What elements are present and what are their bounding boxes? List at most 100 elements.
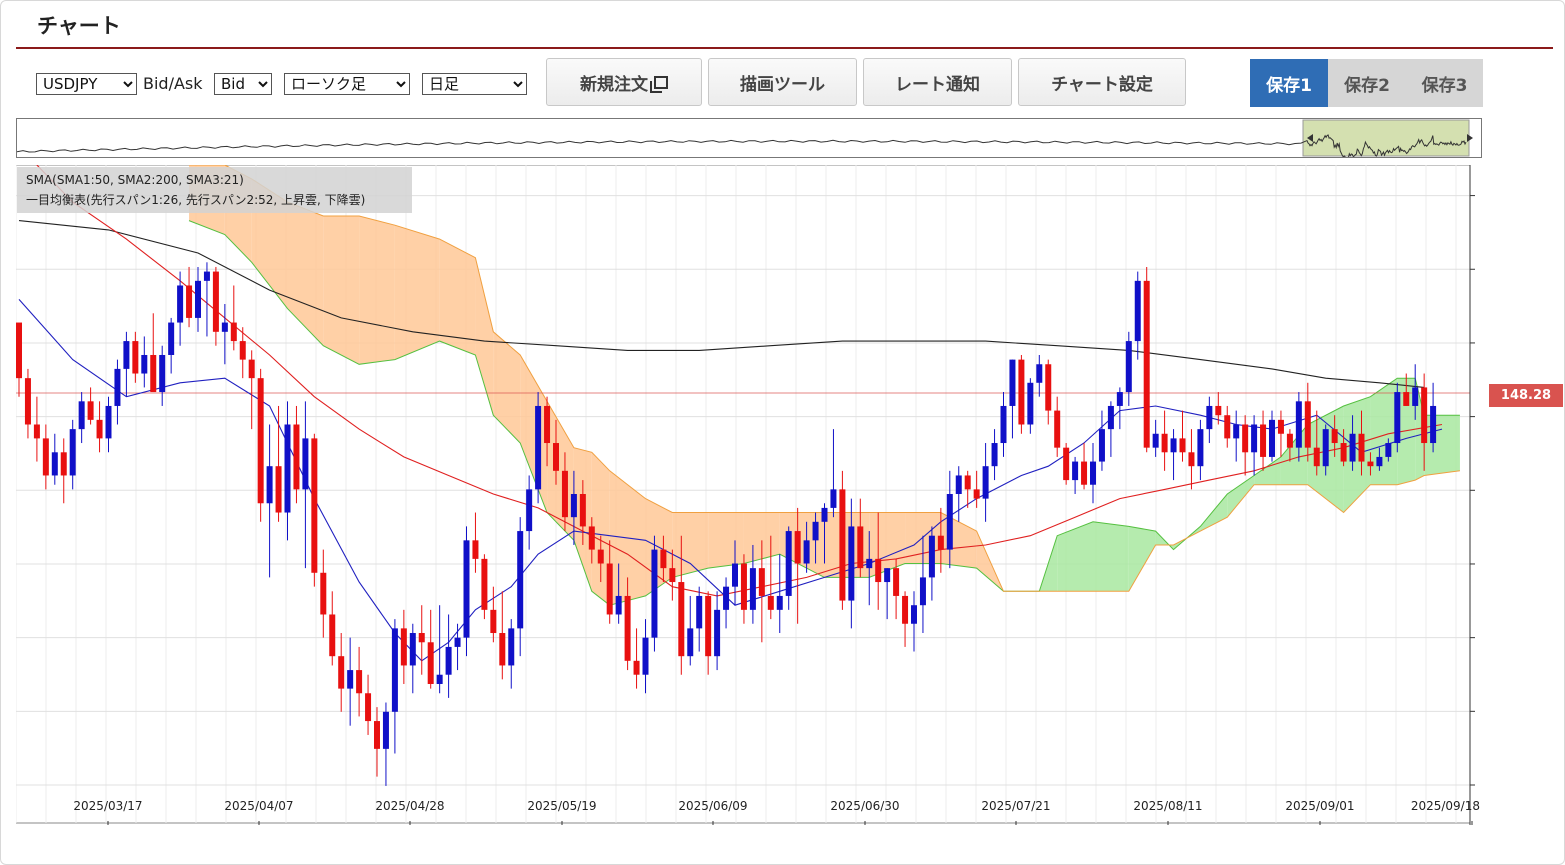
chart-settings-button[interactable]: チャート設定 [1018, 58, 1186, 106]
candle-body [928, 535, 935, 578]
candle-body [857, 526, 864, 569]
candle-body [902, 595, 909, 624]
candle-body [1054, 410, 1061, 448]
save2-tab[interactable]: 保存2 [1328, 59, 1406, 107]
cloud-segment [672, 512, 709, 578]
candle-body [1430, 405, 1437, 444]
candle-body [1349, 433, 1356, 462]
bidask-select[interactable]: Bid [214, 73, 272, 95]
chart-style-select[interactable]: ローソク足 [284, 73, 410, 95]
candle-body [526, 489, 533, 532]
candle-body [203, 271, 210, 281]
navigator-right-handle-icon[interactable] [1467, 134, 1473, 142]
new-order-label: 新規注文 [580, 74, 648, 95]
candle-body [785, 531, 792, 596]
rate-alert-label: レート通知 [895, 74, 980, 95]
rate-alert-button[interactable]: レート通知 [863, 58, 1012, 106]
chart-toolbar: USDJPY Bid/Ask Bid ローソク足 日足 新規注文 描画ツール レ… [0, 58, 1565, 108]
candle-body [365, 693, 372, 722]
save3-label: 保存3 [1421, 75, 1468, 96]
candle-body [1269, 419, 1275, 457]
candle-body [436, 674, 443, 684]
indicator-legend: SMA(SMA1:50, SMA2:200, SMA3:21) 一目均衡表(先行… [17, 167, 412, 213]
candle-body [427, 642, 434, 684]
x-tick-label: 2025/06/30 [830, 799, 899, 813]
x-tick-label: 2025/09/01 [1285, 799, 1354, 813]
save2-label: 保存2 [1344, 75, 1390, 96]
x-tick-label: 2025/08/11 [1133, 799, 1202, 813]
new-order-button[interactable]: 新規注文 [546, 58, 702, 106]
candle-body [615, 595, 622, 615]
candle-body [105, 405, 112, 439]
candle-body [356, 670, 363, 694]
candle-body [1179, 438, 1186, 453]
cloud-segment [1093, 521, 1129, 592]
candle-body [579, 494, 586, 527]
candle-body [1081, 461, 1088, 485]
candle-body [1412, 387, 1419, 406]
candle-body [1260, 424, 1267, 457]
candle-body [24, 378, 31, 425]
candle-body [177, 285, 184, 323]
candle-body [723, 586, 730, 610]
candle-body [1403, 392, 1410, 406]
candle-body [848, 526, 855, 601]
period-select[interactable]: 日足 [422, 73, 527, 95]
candle-body [830, 489, 837, 508]
cloud-segment [1424, 415, 1460, 476]
candle-body [1134, 280, 1141, 342]
candle-body [221, 322, 228, 332]
candle-body [821, 507, 828, 522]
candle-body [168, 322, 175, 355]
candle-body [1045, 364, 1052, 411]
candle-body [1063, 447, 1070, 481]
candle-body [186, 285, 193, 318]
candle-body [1036, 364, 1043, 383]
candle-body [642, 637, 649, 675]
candle-body [660, 549, 667, 569]
bidask-label: Bid/Ask [143, 74, 203, 93]
candle-body [418, 633, 425, 643]
chart-grid [16, 165, 1471, 824]
candle-body [561, 470, 568, 518]
title-divider [16, 47, 1553, 49]
candle-body [463, 540, 470, 638]
candle-body [391, 628, 398, 712]
candle-body [212, 271, 219, 332]
navigator-price-line [16, 134, 1467, 161]
candle-body [1286, 433, 1293, 448]
candle-body [96, 419, 103, 439]
candle-body [1340, 443, 1347, 462]
candle-body [740, 563, 747, 610]
symbol-select[interactable]: USDJPY [36, 73, 137, 95]
page-title: チャート [37, 14, 121, 38]
candle-body [1125, 341, 1132, 393]
candle-body [1188, 452, 1195, 467]
save1-tab[interactable]: 保存1 [1250, 59, 1328, 107]
navigator-range-window[interactable] [1302, 119, 1470, 157]
candle-body [839, 489, 846, 601]
candle-body [1197, 429, 1204, 467]
candle-body [919, 577, 926, 606]
navigator-overview[interactable] [16, 118, 1482, 161]
candle-body [382, 711, 389, 749]
candle-body [1385, 443, 1392, 457]
candle-body [1295, 401, 1302, 448]
save3-tab[interactable]: 保存3 [1406, 59, 1483, 107]
legend-ichimoku: 一目均衡表(先行スパン1:26, 先行スパン2:52, 上昇雲, 下降雲) [26, 193, 366, 207]
candle-body [1152, 433, 1159, 448]
candle-body [400, 628, 407, 666]
candle-body [275, 466, 282, 513]
candle-body [60, 452, 67, 476]
candle-body [732, 563, 738, 587]
candle-body [1367, 461, 1374, 467]
legend-sma: SMA(SMA1:50, SMA2:200, SMA3:21) [26, 173, 244, 187]
candle-body [87, 401, 94, 420]
price-chart[interactable]: 152.54150.95149.36147.77146.18144.59143.… [16, 165, 1482, 825]
candle-body [508, 628, 515, 666]
x-tick-label: 2025/04/28 [375, 799, 444, 813]
x-tick-label: 2025/09/18 [1411, 799, 1480, 813]
candle-body [266, 466, 273, 504]
draw-tool-button[interactable]: 描画ツール [708, 58, 857, 106]
candle-body [150, 354, 157, 393]
